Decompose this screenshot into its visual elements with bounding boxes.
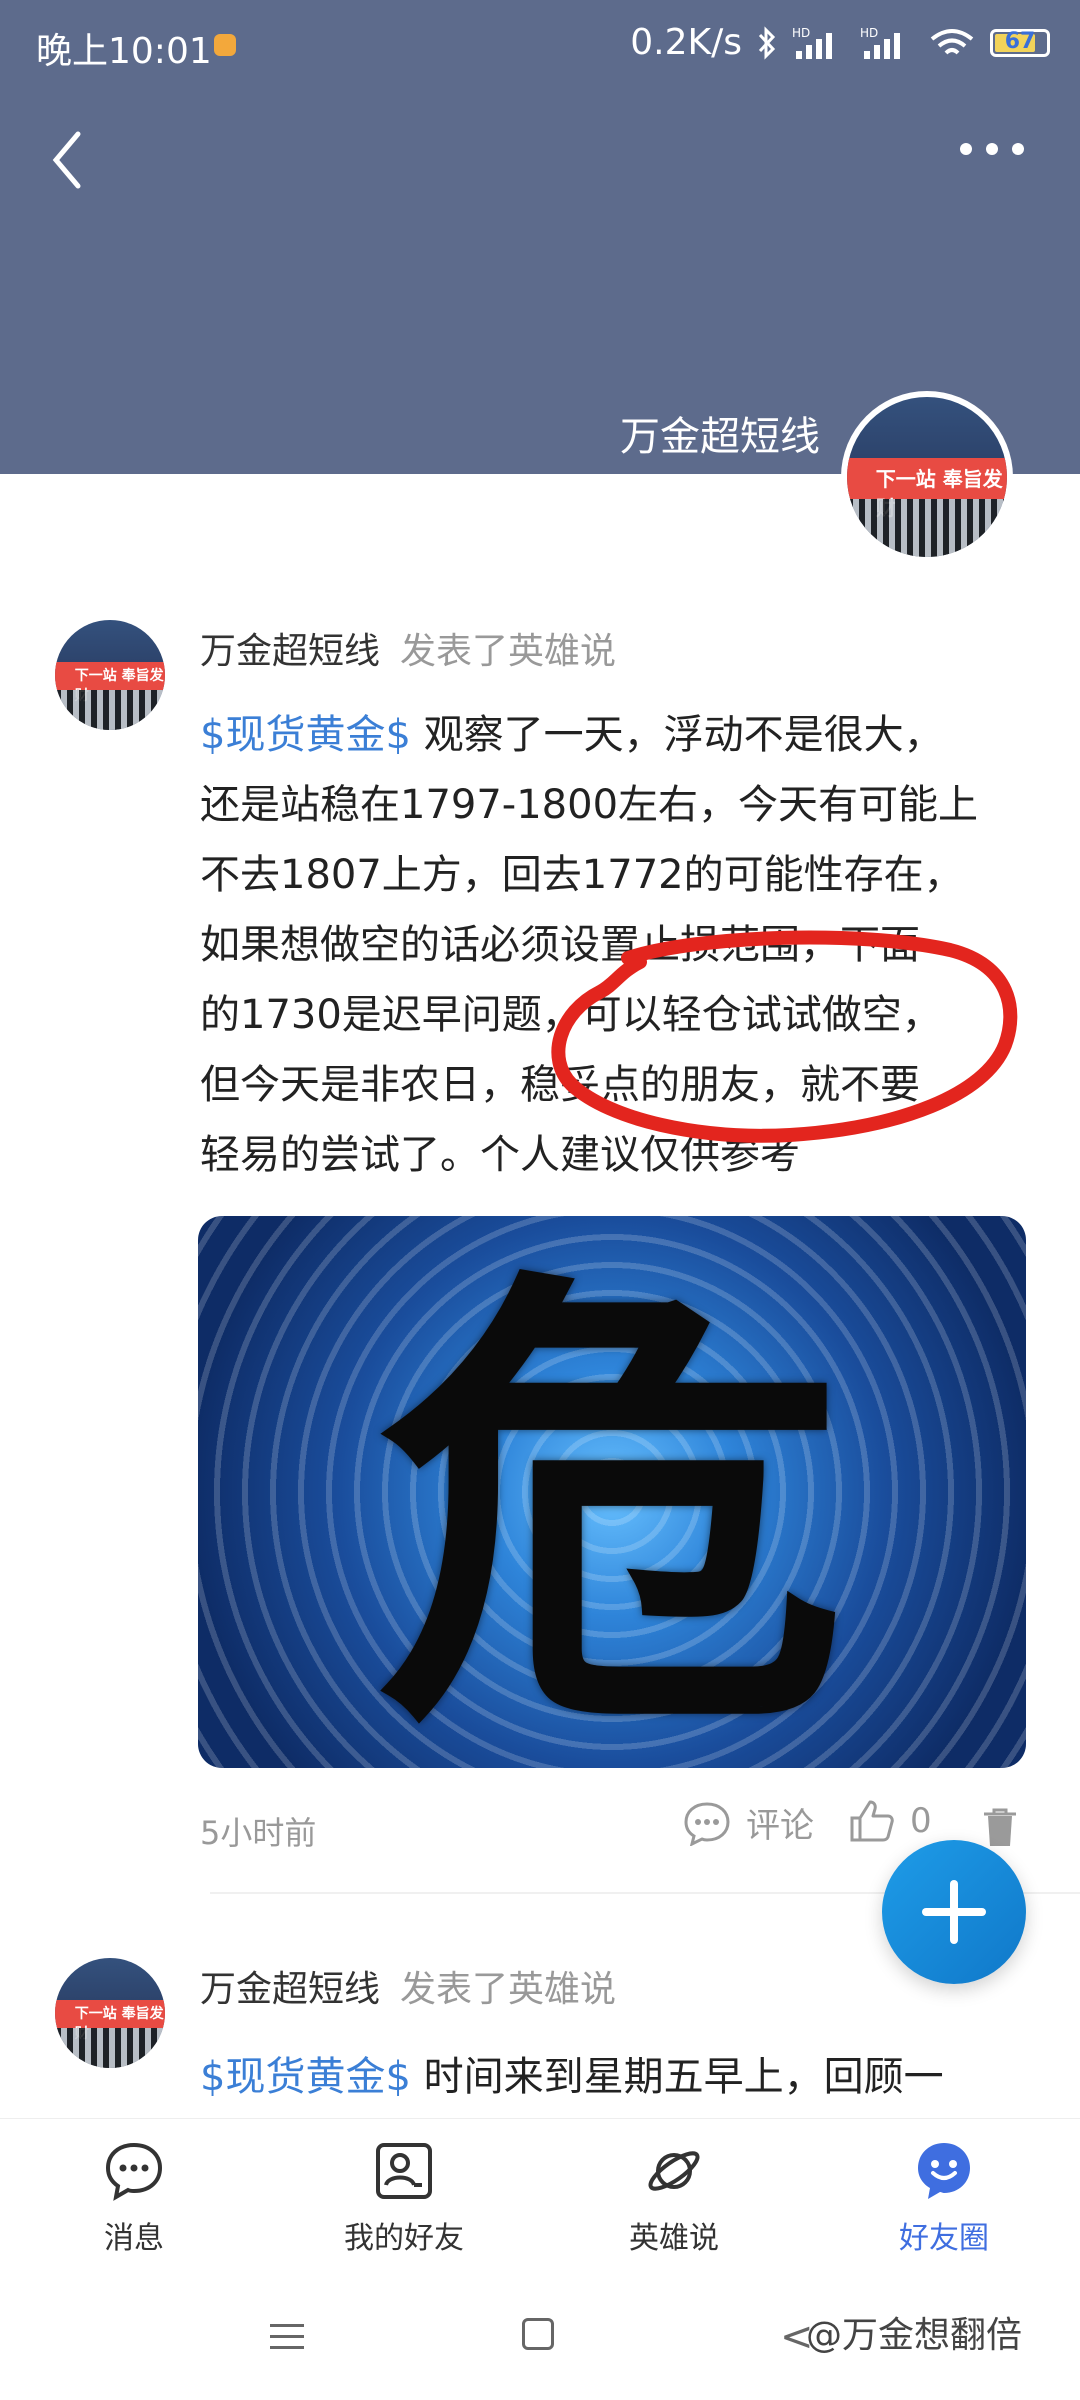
comment-icon [684,1801,730,1846]
nav-label: 好友圈 [899,2221,989,2256]
post-content: $现货黄金$ 观察了一天，浮动不是很大， 还是站稳在1797-1800左右，今天… [200,700,1030,1190]
watermark: @万金想翻倍 [806,2315,1023,2356]
comment-button[interactable]: 评论 [682,1798,814,1847]
post-time: 5小时前 [200,1814,317,1852]
post-author[interactable]: 万金超短线 [200,1969,380,2010]
post-tag[interactable]: $现货黄金$ [200,2054,411,2100]
signal-icon: HD [792,26,832,59]
post-line: 时间来到星期五早上，回顾一 [410,2054,944,2100]
profile-name: 万金超短线 [620,414,820,460]
post-author-line: 万金超短线 发表了英雄说 [200,622,616,674]
post-line: 但今天是非农日，稳妥点的朋友，就不要 [200,1062,920,1108]
post-image[interactable]: 危 [198,1216,1026,1768]
post-line: 轻易的尝试了。个人建议仅供参考 [200,1132,800,1178]
post-author[interactable]: 万金超短线 [200,631,380,672]
recents-button[interactable] [270,2324,304,2357]
notification-icon [214,34,236,56]
nav-label: 英雄说 [629,2221,719,2256]
svg-text:HD: HD [860,26,878,40]
danger-glyph: 危 [377,1237,847,1768]
post-action: 发表了英雄说 [400,1969,617,2010]
avatar-image: 下一站 奉旨发财 [847,397,1007,557]
nav-label: 消息 [104,2221,164,2256]
more-button[interactable] [960,140,1040,180]
battery-icon: 67 [990,28,1050,57]
svg-text:HD: HD [792,26,810,40]
post-tag[interactable]: $现货黄金$ [200,712,411,758]
planet-icon [648,2151,700,2191]
comment-label: 评论 [746,1806,814,1846]
chevron-left-icon [52,131,81,189]
smile-bubble-icon [918,2143,970,2199]
network-speed: 0.2K/s [630,22,742,63]
profile-avatar[interactable]: 下一站 奉旨发财 [847,397,1007,557]
like-count: 0 [910,1801,932,1841]
contact-card-icon [376,2143,432,2199]
system-nav-bar: < @万金想翻倍 [0,2288,1080,2400]
chat-bubble-icon [105,2142,163,2201]
battery-level: 67 [1004,28,1036,54]
status-time: 晚上10:01 [36,31,212,72]
nav-item-moments[interactable]: 好友圈 [844,2139,1044,2257]
post-line: 不去1807上方，回去1772的可能性存在， [200,852,964,898]
status-right: 0.2K/s HD HD 67 [630,22,1050,63]
thumbs-up-icon [850,1800,894,1842]
nav-label: 我的好友 [344,2221,464,2256]
nav-item-messages[interactable]: 消息 [34,2139,234,2257]
add-post-button[interactable] [882,1840,1026,1984]
status-bar: 晚上10:01 0.2K/s HD HD 67 [0,0,1080,90]
post-line: 观察了一天，浮动不是很大， [410,712,944,758]
like-button[interactable]: 0 [848,1798,932,1844]
bluetooth-icon [758,25,776,60]
post-line: 如果想做空的话必须设置止损范围，下面 [200,922,920,968]
trash-icon [984,1808,1016,1846]
post-avatar[interactable]: 下一站 奉旨发财 [55,1958,165,2068]
back-button[interactable] [40,120,100,200]
post-author-line: 万金超短线 发表了英雄说 [200,1960,616,2012]
nav-item-heroes[interactable]: 英雄说 [574,2139,774,2257]
signal-icon-2: HD [860,26,900,59]
post-content: $现货黄金$ 时间来到星期五早上，回顾一 [200,2042,1030,2112]
post-line: 的1730是迟早问题，可以轻仓试试做空， [200,992,942,1038]
post-avatar[interactable]: 下一站 奉旨发财 [55,620,165,730]
post-action: 发表了英雄说 [400,631,617,672]
nav-item-friends[interactable]: 我的好友 [304,2139,504,2257]
wifi-icon [930,28,974,54]
bottom-nav: 消息 我的好友 英雄说 好友圈 [0,2118,1080,2289]
delete-button[interactable] [980,1806,1020,1852]
home-button[interactable] [522,2318,554,2350]
post-line: 还是站稳在1797-1800左右，今天有可能上 [200,782,979,828]
more-dots-icon [960,143,972,155]
